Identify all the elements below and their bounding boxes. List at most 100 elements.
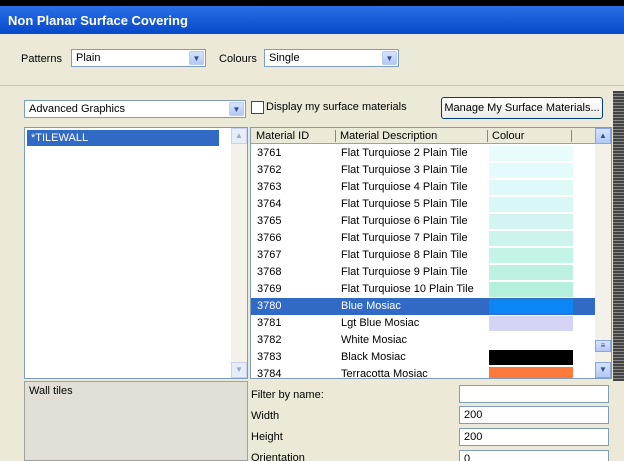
material-id-cell: 3762 xyxy=(257,164,282,176)
material-description-cell: Blue Mosiac xyxy=(341,300,401,312)
manage-materials-button[interactable]: Manage My Surface Materials... xyxy=(441,97,603,119)
patterns-value: Plain xyxy=(76,52,101,64)
material-description-cell: White Mosiac xyxy=(341,334,408,346)
column-divider[interactable] xyxy=(335,130,336,142)
scroll-up-icon[interactable]: ▲ xyxy=(231,128,247,144)
patterns-label: Patterns xyxy=(21,53,62,65)
colour-swatch xyxy=(489,163,573,178)
column-header[interactable]: Colour xyxy=(492,130,524,142)
orientation-label: Orientation xyxy=(251,452,305,461)
height-field[interactable]: 200 xyxy=(459,428,609,446)
column-divider[interactable] xyxy=(487,130,488,142)
library-value: Advanced Graphics xyxy=(29,103,125,115)
table-row[interactable]: 3782 White Mosiac xyxy=(251,332,595,349)
column-divider[interactable] xyxy=(571,130,572,142)
material-description-cell: Flat Turquiose 9 Plain Tile xyxy=(341,266,468,278)
table-header: Material ID Material Description Colour xyxy=(251,128,595,144)
width-field[interactable]: 200 xyxy=(459,406,609,424)
material-description-cell: Flat Turquiose 7 Plain Tile xyxy=(341,232,468,244)
table-row[interactable]: 3767 Flat Turquiose 8 Plain Tile xyxy=(251,247,595,264)
colour-swatch xyxy=(489,350,573,365)
material-description-cell: Flat Turquiose 6 Plain Tile xyxy=(341,215,468,227)
colour-swatch xyxy=(489,180,573,195)
library-dropdown[interactable]: Advanced Graphics ▼ xyxy=(24,100,246,118)
column-header[interactable]: Material Description xyxy=(340,130,437,142)
colour-swatch xyxy=(489,214,573,229)
table-row[interactable]: 3762 Flat Turquiose 3 Plain Tile xyxy=(251,162,595,179)
table-row[interactable]: 3766 Flat Turquiose 7 Plain Tile xyxy=(251,230,595,247)
surface-description: Wall tiles xyxy=(29,385,73,397)
chevron-down-icon[interactable]: ▼ xyxy=(382,51,397,65)
list-item[interactable]: *TILEWALL xyxy=(27,130,219,146)
material-id-cell: 3768 xyxy=(257,266,282,278)
colours-value: Single xyxy=(269,52,300,64)
material-description-cell: Flat Turquiose 2 Plain Tile xyxy=(341,147,468,159)
colour-swatch xyxy=(489,333,573,348)
filter-label: Filter by name: xyxy=(251,389,324,401)
chevron-down-icon[interactable]: ▼ xyxy=(229,102,244,116)
colour-swatch xyxy=(489,316,573,331)
width-label: Width xyxy=(251,410,280,422)
material-description-cell: Lgt Blue Mosiac xyxy=(341,317,420,329)
table-row[interactable]: 3783 Black Mosiac xyxy=(251,349,595,366)
material-id-cell: 3769 xyxy=(257,283,282,295)
table-row[interactable]: 3761 Flat Turquiose 2 Plain Tile xyxy=(251,145,595,162)
colour-swatch xyxy=(489,197,573,212)
colour-swatch xyxy=(489,299,573,314)
orientation-field[interactable]: 0 xyxy=(459,450,609,461)
material-description-cell: Flat Turquiose 4 Plain Tile xyxy=(341,181,468,193)
material-id-cell: 3766 xyxy=(257,232,282,244)
display-my-materials-label: Display my surface materials xyxy=(266,101,407,113)
material-id-cell: 3781 xyxy=(257,317,282,329)
table-row[interactable]: 3784 Terracotta Mosiac xyxy=(251,366,595,379)
material-id-cell: 3783 xyxy=(257,351,282,363)
material-description-cell: Flat Turquiose 5 Plain Tile xyxy=(341,198,468,210)
colour-swatch xyxy=(489,231,573,246)
material-id-cell: 3767 xyxy=(257,249,282,261)
chevron-down-icon[interactable]: ▼ xyxy=(189,51,204,65)
materials-table[interactable]: Material ID Material Description Colour … xyxy=(250,127,612,379)
pattern-colour-toolbar: Patterns Plain ▼ Colours Single ▼ xyxy=(0,34,624,86)
table-row[interactable]: 3781 Lgt Blue Mosiac xyxy=(251,315,595,332)
table-row[interactable]: 3768 Flat Turquiose 9 Plain Tile xyxy=(251,264,595,281)
material-id-cell: 3763 xyxy=(257,181,282,193)
table-row[interactable]: 3763 Flat Turquiose 4 Plain Tile xyxy=(251,179,595,196)
column-header[interactable]: Material ID xyxy=(256,130,309,142)
materials-scrollbar[interactable]: ▲ ≡ ▼ xyxy=(595,128,611,378)
colour-swatch xyxy=(489,282,573,297)
material-id-cell: 3782 xyxy=(257,334,282,346)
height-label: Height xyxy=(251,431,283,443)
surface-list[interactable]: *TILEWALL ▲ ▼ xyxy=(24,127,248,379)
material-description-cell: Terracotta Mosiac xyxy=(341,368,428,379)
material-id-cell: 3764 xyxy=(257,198,282,210)
material-description-cell: Flat Turquiose 10 Plain Tile xyxy=(341,283,474,295)
surface-description-panel: Wall tiles xyxy=(24,381,248,461)
material-id-cell: 3780 xyxy=(257,300,282,312)
display-my-materials-checkbox[interactable] xyxy=(251,101,264,114)
colour-swatch xyxy=(489,265,573,280)
material-id-cell: 3761 xyxy=(257,147,282,159)
table-row[interactable]: 3765 Flat Turquiose 6 Plain Tile xyxy=(251,213,595,230)
scroll-down-icon[interactable]: ▼ xyxy=(595,362,611,378)
scroll-up-icon[interactable]: ▲ xyxy=(595,128,611,144)
window-title: Non Planar Surface Covering xyxy=(0,6,624,34)
scroll-thumb[interactable]: ≡ xyxy=(595,340,611,352)
patterns-dropdown[interactable]: Plain ▼ xyxy=(71,49,206,67)
filter-input[interactable] xyxy=(459,385,609,403)
colour-swatch xyxy=(489,248,573,263)
material-id-cell: 3784 xyxy=(257,368,282,379)
material-description-cell: Flat Turquiose 8 Plain Tile xyxy=(341,249,468,261)
colours-dropdown[interactable]: Single ▼ xyxy=(264,49,399,67)
material-description-cell: Flat Turquiose 3 Plain Tile xyxy=(341,164,468,176)
colours-label: Colours xyxy=(219,53,257,65)
table-row[interactable]: 3769 Flat Turquiose 10 Plain Tile xyxy=(251,281,595,298)
surface-list-scrollbar[interactable]: ▲ ▼ xyxy=(231,128,247,378)
scroll-down-icon[interactable]: ▼ xyxy=(231,362,247,378)
table-row[interactable]: 3780 Blue Mosiac xyxy=(251,298,595,315)
resize-grip[interactable] xyxy=(613,91,624,381)
table-row[interactable]: 3764 Flat Turquiose 5 Plain Tile xyxy=(251,196,595,213)
colour-swatch xyxy=(489,367,573,378)
colour-swatch xyxy=(489,146,573,161)
material-description-cell: Black Mosiac xyxy=(341,351,406,363)
material-id-cell: 3765 xyxy=(257,215,282,227)
